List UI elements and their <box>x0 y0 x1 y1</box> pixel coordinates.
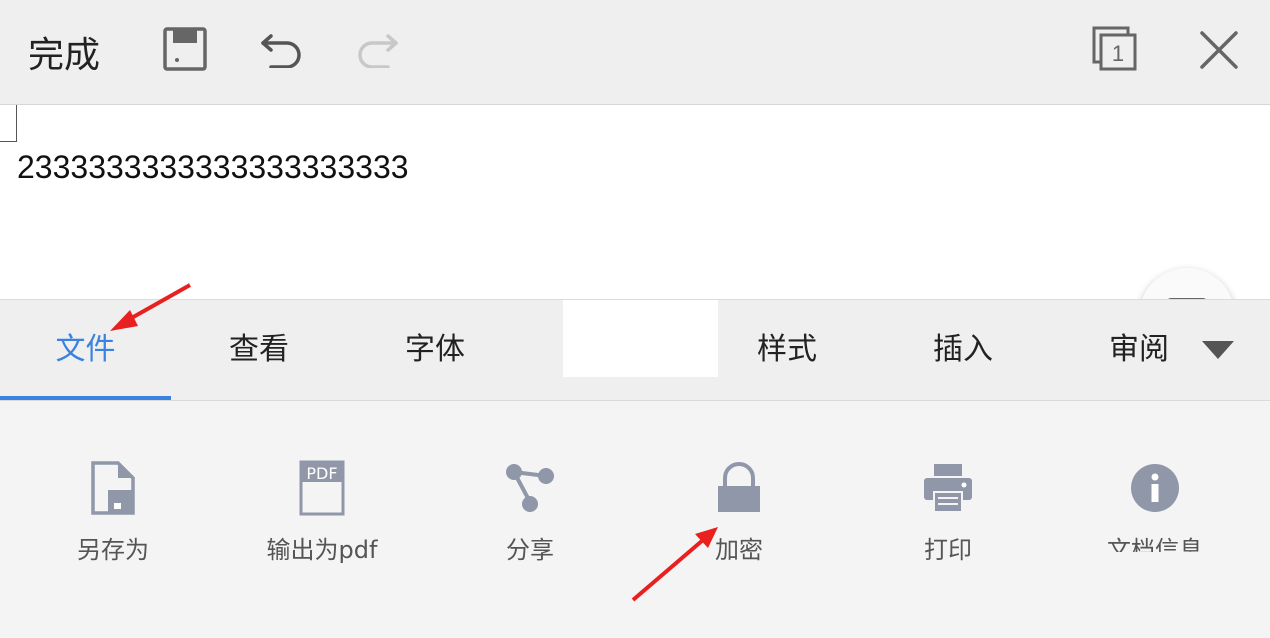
document-info-button[interactable]: 文档信息 <box>1065 458 1245 568</box>
file-actions-panel: 另存为 PDF 输出为pdf 分享 加密 打印 文档信息 <box>0 400 1270 638</box>
tab-file[interactable]: 文件 <box>0 300 171 400</box>
tab-font[interactable]: 字体 <box>347 300 523 400</box>
print-button[interactable]: 打印 <box>858 458 1038 568</box>
lock-icon <box>709 458 769 518</box>
tab-view[interactable]: 查看 <box>171 300 347 400</box>
print-label: 打印 <box>924 536 972 564</box>
save-as-label: 另存为 <box>77 536 149 564</box>
document-area[interactable]: 2333333333333333333333 <box>0 105 1270 364</box>
page-margin-marker <box>0 105 17 142</box>
info-icon <box>1125 458 1185 518</box>
close-icon[interactable] <box>1199 30 1239 70</box>
pdf-icon-text: PDF <box>306 464 337 483</box>
export-pdf-label: 输出为pdf <box>266 536 378 564</box>
share-button[interactable]: 分享 <box>440 458 620 568</box>
share-label: 分享 <box>506 536 554 564</box>
encrypt-button[interactable]: 加密 <box>649 458 829 568</box>
tab-gap <box>563 300 718 377</box>
tab-style[interactable]: 样式 <box>699 300 875 400</box>
top-toolbar: 完成 1 <box>0 0 1270 105</box>
document-info-label: 文档信息 <box>1107 536 1203 552</box>
print-icon <box>918 458 978 518</box>
save-icon[interactable] <box>163 27 207 71</box>
tab-insert[interactable]: 插入 <box>875 300 1051 400</box>
save-as-button[interactable]: 另存为 <box>23 458 203 568</box>
encrypt-label: 加密 <box>715 536 763 564</box>
pdf-icon: PDF <box>292 458 352 518</box>
redo-icon[interactable] <box>354 28 400 68</box>
ribbon-tabs: 文件 查看 字体 样式 插入 审阅 <box>0 299 1270 401</box>
export-pdf-button[interactable]: PDF 输出为pdf <box>232 458 412 568</box>
page-count-text: 1 <box>1112 41 1124 66</box>
document-text[interactable]: 2333333333333333333333 <box>17 149 409 186</box>
done-button[interactable]: 完成 <box>28 26 100 78</box>
save-as-icon <box>83 458 143 518</box>
chevron-down-icon[interactable] <box>1201 340 1235 364</box>
page-count-icon[interactable]: 1 <box>1092 26 1138 72</box>
share-icon <box>500 458 560 518</box>
undo-icon[interactable] <box>259 28 305 68</box>
